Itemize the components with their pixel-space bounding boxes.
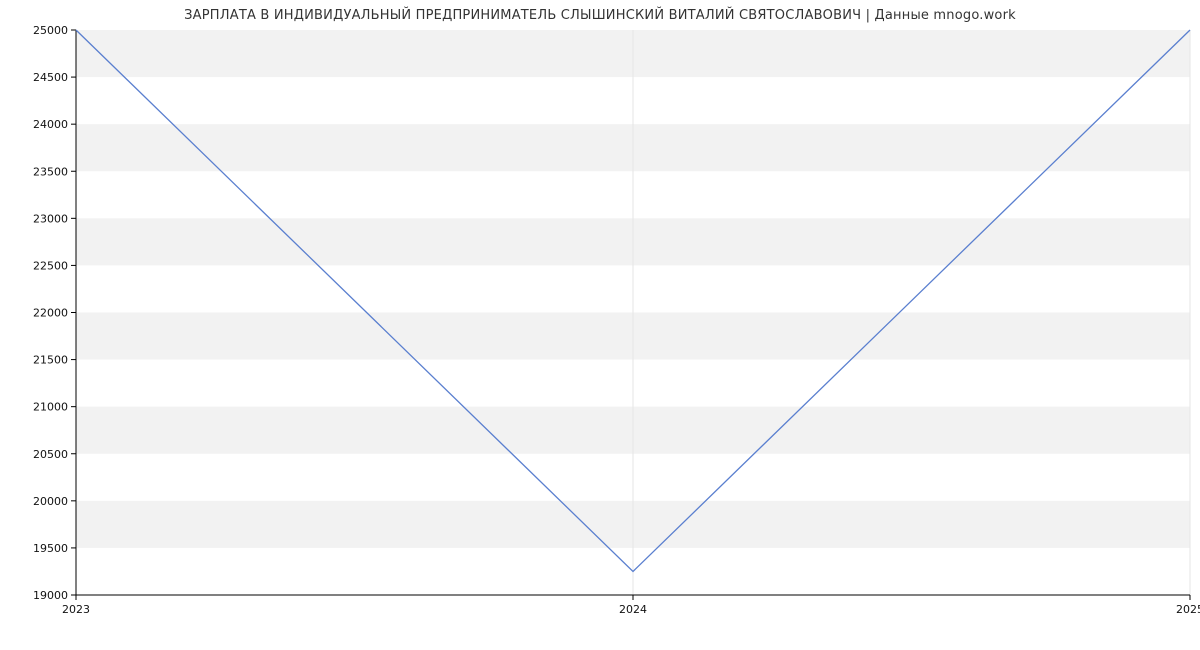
y-tick-label: 20000 (33, 495, 68, 508)
chart-svg: 19000 19500 20000 20500 21000 21500 22000 22500… (0, 0, 1200, 650)
y-tick-label: 21500 (33, 354, 68, 367)
y-tick-label: 23000 (33, 212, 68, 225)
y-tick-label: 22500 (33, 259, 68, 272)
y-tick-label: 19000 (33, 589, 68, 602)
chart-container: ЗАРПЛАТА В ИНДИВИДУАЛЬНЫЙ ПРЕДПРИНИМАТЕЛ… (0, 0, 1200, 650)
y-tick-label: 19500 (33, 542, 68, 555)
y-tick-label: 20500 (33, 448, 68, 461)
y-tick-label: 21000 (33, 401, 68, 414)
y-tick-label: 22000 (33, 307, 68, 320)
y-tick-label: 24000 (33, 118, 68, 131)
y-tick-label: 25000 (33, 24, 68, 37)
x-tick-label: 2024 (619, 603, 647, 616)
y-tick-label: 23500 (33, 165, 68, 178)
x-tick-label: 2023 (62, 603, 90, 616)
y-tick-label: 24500 (33, 71, 68, 84)
x-tick-label: 2025 (1176, 603, 1200, 616)
